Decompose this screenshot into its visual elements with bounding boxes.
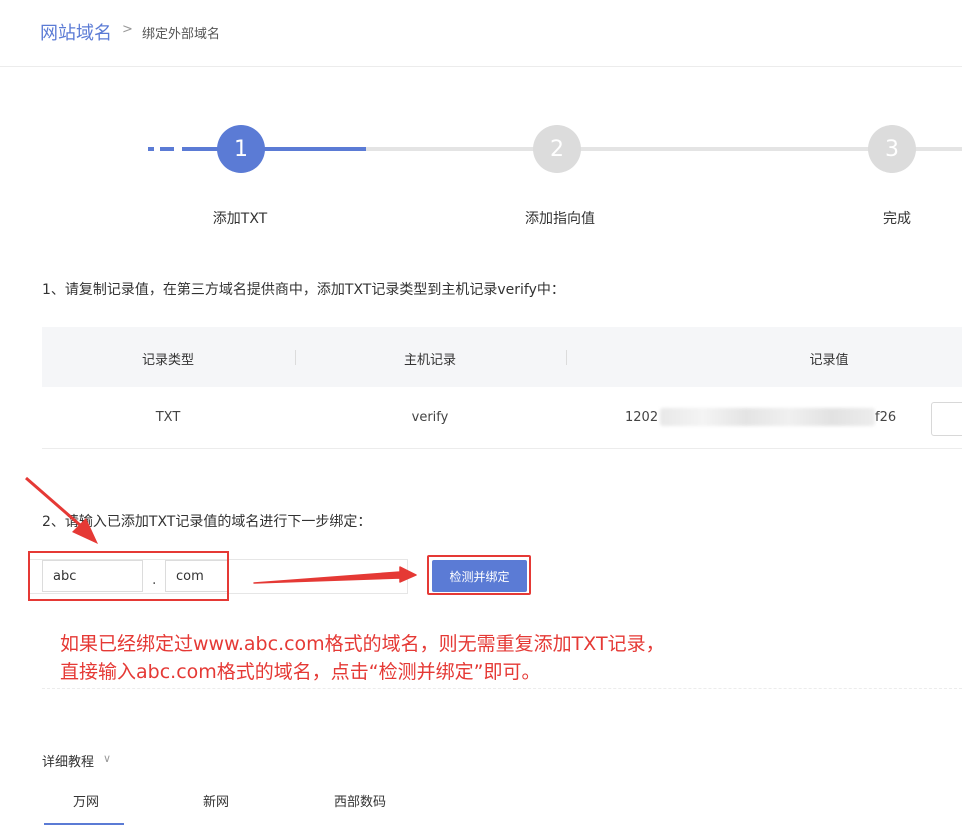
arrow-to-input-icon bbox=[25, 476, 98, 544]
tab-xinwang[interactable]: 新网 bbox=[166, 791, 266, 810]
annotation-note-line1: 如果已经绑定过www.abc.com格式的域名，则无需重复添加TXT记录， bbox=[60, 633, 665, 655]
section-divider bbox=[42, 688, 962, 689]
chevron-down-icon[interactable]: ∨ bbox=[103, 752, 111, 765]
arrow-to-button-icon bbox=[253, 566, 417, 584]
tab-wanwang[interactable]: 万网 bbox=[36, 791, 136, 810]
tutorial-title[interactable]: 详细教程 bbox=[42, 751, 94, 770]
annotation-note-line2: 直接输入abc.com格式的域名，点击“检测并绑定”即可。 bbox=[60, 661, 541, 683]
annotation-arrows bbox=[25, 476, 417, 584]
tab-west-digital[interactable]: 西部数码 bbox=[310, 791, 410, 810]
